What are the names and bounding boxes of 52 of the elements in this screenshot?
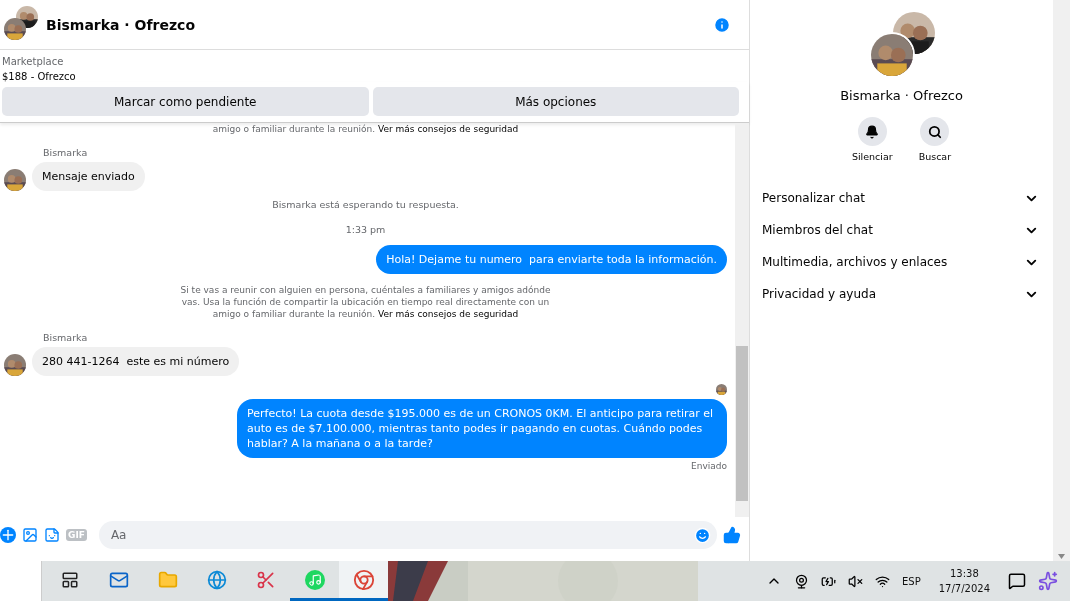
listing-title: $188 - Ofrezco	[2, 71, 77, 82]
info-icon	[713, 15, 731, 34]
webcam-icon	[794, 573, 809, 589]
message-bubble: Hola! Dejame tu numero para enviarte toda la información.	[376, 245, 727, 274]
sender-name: Bismarka	[43, 147, 89, 158]
message-bubble: Mensaje enviado	[32, 162, 145, 191]
task-view-icon	[60, 570, 79, 589]
language-indicator[interactable]: ESP	[902, 575, 921, 587]
image-icon	[22, 527, 38, 543]
emoji-icon	[694, 526, 711, 544]
action-button[interactable]: Marcar como pendiente	[2, 87, 369, 116]
scissors-icon	[255, 569, 276, 590]
bell-icon	[865, 124, 880, 139]
volume-muted-icon	[848, 573, 863, 589]
scroll-down-icon[interactable]	[1058, 554, 1065, 559]
section-header[interactable]: Privacidad y ayuda	[750, 278, 1053, 310]
safety-notice: amigo o familiar durante la reunión. Ver más consejos de seguridad	[211, 123, 520, 135]
action-label: Silenciar	[851, 151, 893, 162]
chrome-icon	[352, 568, 375, 591]
clock[interactable]: 13:38 17/7/2024	[938, 566, 990, 596]
safety-link[interactable]: Ver más consejos de seguridad	[378, 124, 519, 134]
sticker-icon	[44, 527, 60, 543]
message-input[interactable]: Aa	[108, 527, 694, 543]
search-button[interactable]	[920, 117, 950, 146]
message-field[interactable]: Aa	[98, 521, 717, 549]
section-header[interactable]: Multimedia, archivos y enlaces	[750, 246, 1053, 278]
safety-link[interactable]: Ver más consejos de seguridad	[378, 309, 519, 319]
listing-source: Marketplace	[2, 56, 65, 67]
waiting-status: Bismarka está esperando tu respuesta.	[272, 199, 459, 210]
add-icon	[0, 527, 16, 543]
notifications-icon	[1008, 572, 1026, 590]
scrollbar-thumb[interactable]	[736, 346, 748, 501]
timestamp: 1:33 pm	[345, 224, 386, 235]
message-bubble: 280 441-1264 este es mi número	[32, 347, 240, 376]
sender-name: Bismarka	[43, 332, 89, 343]
search-icon	[927, 124, 942, 139]
folder-icon	[157, 569, 178, 590]
sparkles-icon	[1038, 571, 1058, 591]
message-bubble: Perfecto! La cuota desde $195.000 es de un CRONOS 0KM. El anticipo para retirar el auto es de $7.100.000, mientras tanto podes ir pagando en cuotas. Cuándo podes hablar? A la mañana o a la tarde?	[237, 399, 727, 458]
action-label: Buscar	[918, 151, 952, 162]
chat-title: Bismarka · Ofrezco	[46, 16, 197, 33]
delivery-status: Enviado	[691, 461, 727, 471]
music-icon	[304, 569, 325, 590]
section-header[interactable]: Personalizar chat	[750, 182, 1053, 214]
globe-icon	[206, 569, 227, 590]
mute-button[interactable]	[857, 117, 887, 146]
action-button[interactable]: Más opciones	[372, 87, 739, 116]
contact-name: Bismarka · Ofrezco	[840, 88, 963, 103]
like-icon	[723, 526, 741, 544]
section-header[interactable]: Miembros del chat	[750, 214, 1053, 246]
safety-notice: Si te vas a reunir con alguien en persona, cuéntales a familiares y amigos adónde vas. Usa la función de compartir la ubicación en tiempo real directamente con un amigo o familiar durante la reunión. Ver más consejos de seguridad	[179, 284, 552, 320]
wifi-icon	[875, 573, 890, 589]
